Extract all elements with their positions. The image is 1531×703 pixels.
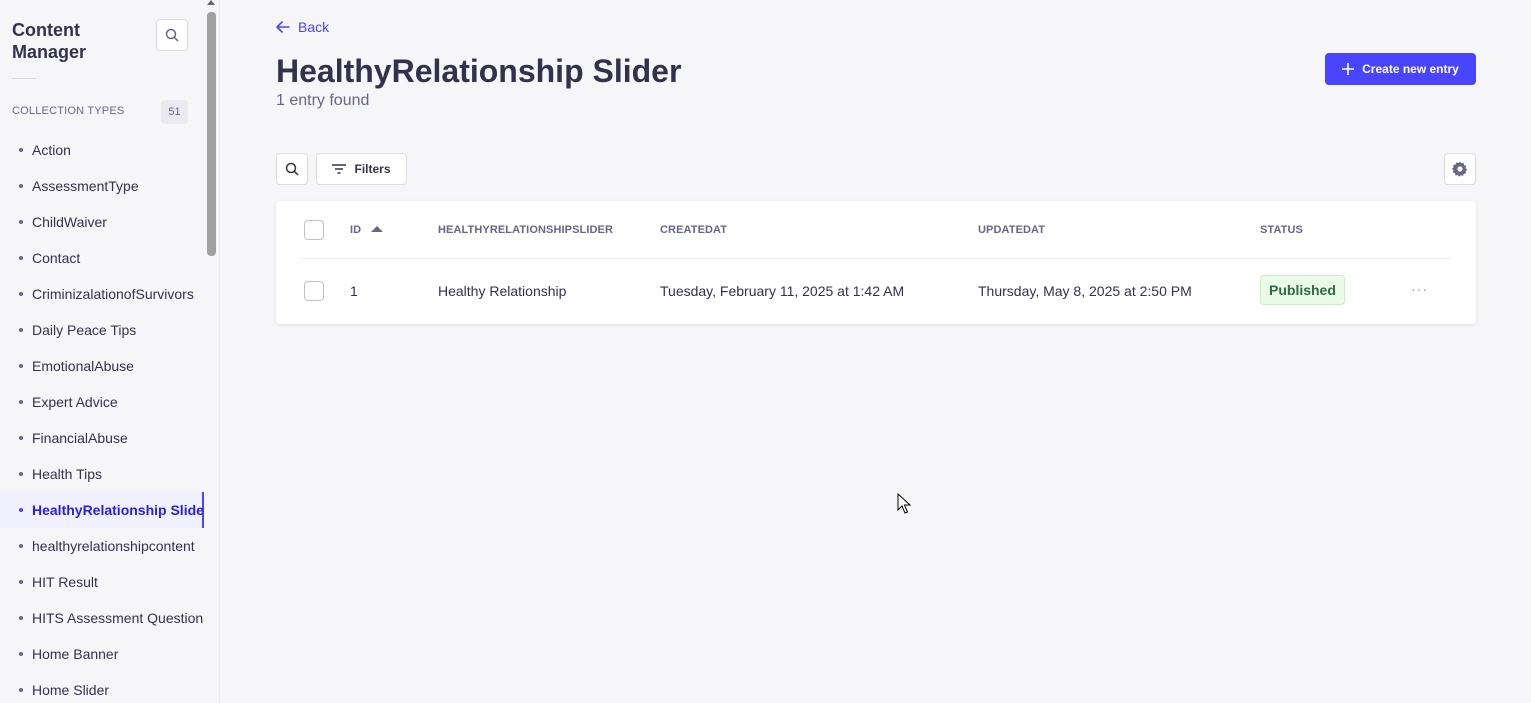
sidebar-scroll-thumb[interactable] [207, 12, 216, 256]
select-all-checkbox[interactable] [304, 220, 324, 240]
header-divider [300, 258, 1451, 259]
cell-createdat: Tuesday, February 11, 2025 at 1:42 AM [660, 283, 905, 299]
create-new-entry-button[interactable]: Create new entry [1325, 53, 1476, 85]
filters-label: Filters [354, 162, 391, 176]
back-label: Back [298, 19, 330, 35]
entries-table: ID HEALTHYRELATIONSHIPSLIDER CREATEDAT U… [276, 201, 1476, 324]
view-settings-button[interactable] [1444, 153, 1476, 185]
sidebar-item-financialabuse[interactable]: FinancialAbuse [0, 420, 204, 456]
sidebar-item-hits-assessment-question[interactable]: HITS Assessment Question [0, 600, 204, 636]
column-header-status[interactable]: STATUS [1260, 224, 1303, 236]
sidebar-item-childwaiver[interactable]: ChildWaiver [0, 204, 204, 240]
search-icon [285, 162, 299, 176]
status-badge: Published [1260, 275, 1345, 305]
sidebar-item-health-tips[interactable]: Health Tips [0, 456, 204, 492]
column-header-updatedat[interactable]: UPDATEDAT [978, 224, 1045, 236]
more-actions-icon[interactable]: ··· [1411, 281, 1428, 297]
column-header-id[interactable]: ID [350, 224, 361, 236]
sidebar-item-home-slider[interactable]: Home Slider [0, 672, 204, 703]
sidebar-item-contact[interactable]: Contact [0, 240, 204, 276]
sidebar-item-home-banner[interactable]: Home Banner [0, 636, 204, 672]
sidebar-divider [12, 78, 36, 79]
sidebar-title: Content Manager [12, 20, 87, 62]
scroll-up-arrow-icon[interactable] [207, 0, 215, 5]
page-title: HealthyRelationship Slider [276, 53, 682, 89]
sidebar-list: Action AssessmentType ChildWaiver Contac… [0, 132, 209, 703]
back-link[interactable]: Back [276, 19, 329, 35]
gear-icon [1452, 161, 1468, 177]
row-checkbox[interactable] [304, 281, 324, 301]
cell-name: Healthy Relationship [438, 283, 567, 299]
cell-id: 1 [350, 283, 358, 299]
sidebar-item-healthyrelationship-slider[interactable]: HealthyRelationship Slider [0, 492, 209, 528]
column-header-createdat[interactable]: CREATEDAT [660, 224, 727, 236]
plus-icon [1342, 63, 1355, 75]
sort-ascending-icon[interactable] [371, 226, 383, 232]
table-header: ID HEALTHYRELATIONSHIPSLIDER CREATEDAT U… [276, 201, 1476, 258]
sidebar-item-daily-peace-tips[interactable]: Daily Peace Tips [0, 312, 204, 348]
sidebar-item-emotionalabuse[interactable]: EmotionalAbuse [0, 348, 204, 384]
filter-icon [332, 164, 347, 174]
sidebar: Content Manager COLLECTION TYPES 51 Acti… [0, 0, 220, 703]
create-new-entry-label: Create new entry [1362, 62, 1459, 76]
sidebar-item-criminizalation[interactable]: CriminizalationofSurvivors [0, 276, 204, 312]
sidebar-item-hit-result[interactable]: HIT Result [0, 564, 204, 600]
sidebar-search-button[interactable] [156, 19, 188, 51]
filters-button[interactable]: Filters [316, 153, 407, 185]
sidebar-item-action[interactable]: Action [0, 132, 204, 168]
collection-types-label: COLLECTION TYPES [12, 105, 125, 117]
search-button[interactable] [276, 153, 308, 185]
sidebar-item-healthyrelationshipcontent[interactable]: healthyrelationshipcontent [0, 528, 204, 564]
column-header-healthyrelationshipslider[interactable]: HEALTHYRELATIONSHIPSLIDER [438, 224, 613, 236]
collection-types-count: 51 [161, 100, 188, 124]
entry-count: 1 entry found [276, 92, 370, 109]
sidebar-item-expert-advice[interactable]: Expert Advice [0, 384, 204, 420]
search-icon [165, 28, 179, 42]
mouse-cursor-icon [897, 493, 911, 514]
arrow-left-icon [276, 21, 290, 33]
sidebar-item-assessmenttype[interactable]: AssessmentType [0, 168, 204, 204]
cell-updatedat: Thursday, May 8, 2025 at 2:50 PM [978, 283, 1192, 299]
